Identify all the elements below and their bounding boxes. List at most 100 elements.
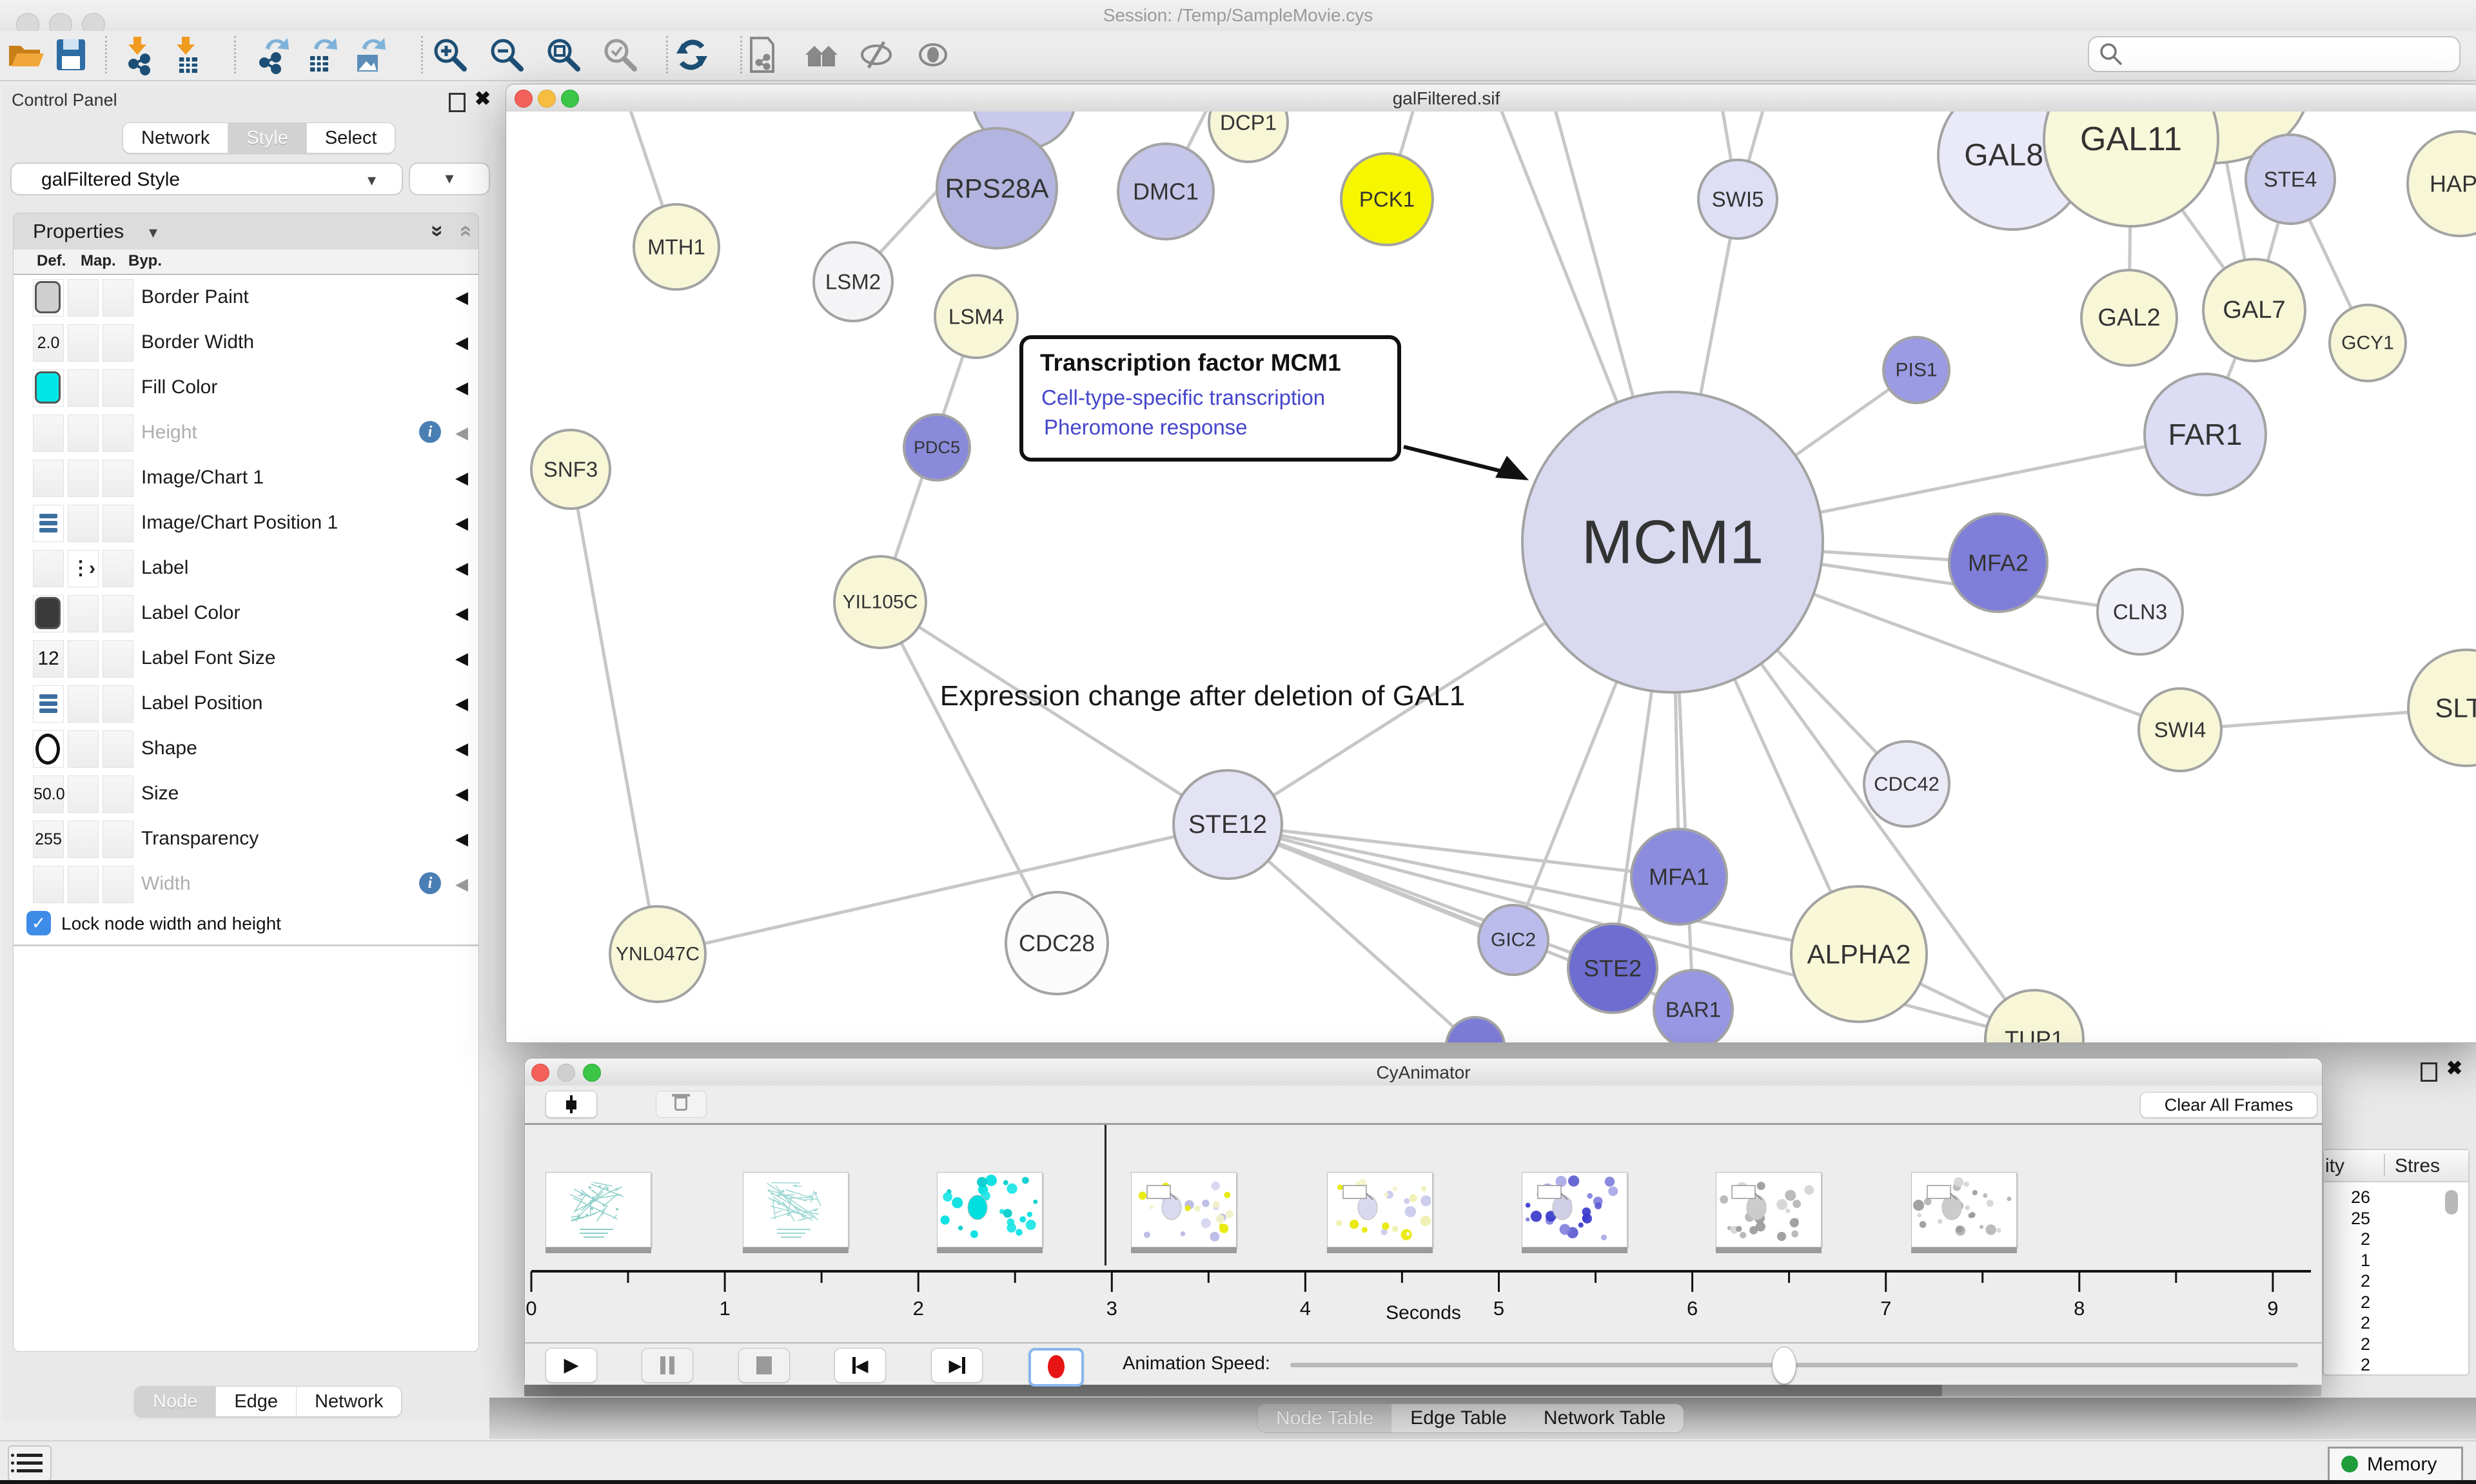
- table-cell[interactable]: 2: [2329, 1271, 2370, 1291]
- expand-arrow-icon[interactable]: ◀: [455, 468, 468, 488]
- table-cell[interactable]: 2: [2329, 1293, 2370, 1313]
- frame-thumbnail-1[interactable]: [743, 1172, 849, 1247]
- annotation-box[interactable]: Transcription factor MCM1 Cell-type-spec…: [1019, 335, 1401, 462]
- property-row-fill-color[interactable]: Fill Color◀: [14, 365, 478, 411]
- table-tab-node-table[interactable]: Node Table: [1258, 1404, 1392, 1432]
- expand-arrow-icon[interactable]: ◀: [455, 694, 468, 714]
- hide-graphics-icon[interactable]: [856, 34, 897, 75]
- expand-arrow-icon[interactable]: ◀: [455, 378, 468, 398]
- panel-tab-network[interactable]: Network: [297, 1387, 401, 1416]
- frame-thumbnail-5[interactable]: [1522, 1172, 1627, 1247]
- lock-dimensions-checkbox[interactable]: ✓: [26, 911, 51, 935]
- clear-all-frames-button[interactable]: Clear All Frames: [2140, 1092, 2317, 1118]
- info-icon[interactable]: i: [419, 421, 441, 443]
- record-button[interactable]: [1028, 1348, 1084, 1387]
- expand-arrow-icon[interactable]: ◀: [455, 874, 468, 894]
- info-icon[interactable]: i: [419, 872, 441, 894]
- open-session-icon[interactable]: [5, 34, 46, 75]
- export-image-icon[interactable]: [347, 34, 388, 75]
- property-row-label-font-size[interactable]: 12Label Font Size◀: [14, 636, 478, 682]
- table-tab-network-table[interactable]: Network Table: [1526, 1404, 1684, 1432]
- frame-thumbnail-0[interactable]: [545, 1172, 651, 1247]
- property-row-border-width[interactable]: 2.0Border Width◀: [14, 320, 478, 366]
- color-swatch[interactable]: [35, 371, 61, 404]
- stop-button[interactable]: [738, 1348, 790, 1383]
- expand-arrow-icon[interactable]: ◀: [455, 333, 468, 353]
- property-row-border-paint[interactable]: Border Paint◀: [14, 275, 478, 321]
- property-row-label-color[interactable]: Label Color◀: [14, 591, 478, 637]
- annotation-link-2[interactable]: Pheromone response: [1044, 415, 1248, 440]
- property-row-size[interactable]: 50.0Size◀: [14, 771, 478, 817]
- zoom-out-icon[interactable]: [486, 34, 527, 75]
- table-cell[interactable]: 25: [2329, 1209, 2370, 1229]
- memory-button[interactable]: Memory: [2328, 1447, 2463, 1483]
- delete-frame-button[interactable]: [656, 1091, 707, 1118]
- import-network-icon[interactable]: [118, 34, 159, 75]
- tab-network[interactable]: Network: [123, 123, 228, 153]
- step-forward-button[interactable]: ▶: [931, 1348, 983, 1383]
- property-row-label[interactable]: ⋮›Label◀: [14, 545, 478, 592]
- expand-arrow-icon[interactable]: ◀: [455, 423, 468, 443]
- pause-button[interactable]: [642, 1348, 693, 1383]
- style-options-button[interactable]: ▾: [409, 162, 490, 195]
- expand-arrow-icon[interactable]: ◀: [455, 784, 468, 804]
- panel-tab-node[interactable]: Node: [135, 1387, 216, 1416]
- color-swatch[interactable]: [35, 281, 61, 313]
- property-row-image-chart-1[interactable]: Image/Chart 1◀: [14, 455, 478, 502]
- scrollbar-thumb[interactable]: [524, 1385, 1942, 1396]
- table-cell[interactable]: 2: [2329, 1313, 2370, 1333]
- annotation-link-1[interactable]: Cell-type-specific transcription: [1041, 386, 1325, 410]
- zoom-selected-icon[interactable]: [600, 34, 641, 75]
- expand-arrow-icon[interactable]: ◀: [455, 829, 468, 849]
- show-graphics-icon[interactable]: [912, 34, 954, 75]
- zoom-fit-icon[interactable]: [543, 34, 584, 75]
- node-purplecut[interactable]: [1446, 1017, 1504, 1042]
- color-swatch[interactable]: [35, 597, 61, 629]
- add-frame-button[interactable]: [545, 1091, 597, 1118]
- network-canvas[interactable]: DCP1RPS28ADMC1PCK1SWI5GAL80GAL11STE4HAP2…: [506, 112, 2476, 1042]
- slider-thumb[interactable]: [1772, 1347, 1796, 1384]
- frame-thumbnail-7[interactable]: [1911, 1172, 2017, 1247]
- table-tab-edge-table[interactable]: Edge Table: [1392, 1404, 1526, 1432]
- table-cell[interactable]: 2: [2329, 1355, 2370, 1375]
- collapse-all-icon[interactable]: »: [452, 225, 477, 237]
- frame-thumbnail-6[interactable]: [1716, 1172, 1822, 1247]
- expand-arrow-icon[interactable]: ◀: [455, 603, 468, 623]
- show-panels-button[interactable]: [8, 1445, 52, 1481]
- float-panel-icon[interactable]: [449, 93, 466, 112]
- frame-thumbnail-3[interactable]: [1131, 1172, 1237, 1247]
- property-row-shape[interactable]: Shape◀: [14, 726, 478, 772]
- properties-header[interactable]: Properties ▾ » »: [14, 213, 478, 249]
- step-backward-button[interactable]: ◀: [834, 1348, 886, 1383]
- tab-style[interactable]: Style: [228, 123, 306, 153]
- home-view-icon[interactable]: [800, 34, 841, 75]
- property-row-label-position[interactable]: Label Position◀: [14, 681, 478, 727]
- expand-arrow-icon[interactable]: ◀: [455, 558, 468, 578]
- network-window-titlebar[interactable]: galFiltered.sif: [506, 84, 2476, 112]
- table-cell[interactable]: 2: [2329, 1334, 2370, 1354]
- close-table-panel-icon[interactable]: ✖: [2446, 1057, 2462, 1080]
- export-table-icon[interactable]: [299, 34, 340, 75]
- table-cell[interactable]: 26: [2329, 1187, 2370, 1207]
- frame-thumbnail-2[interactable]: [937, 1172, 1043, 1247]
- table-vertical-scrollbar[interactable]: [2445, 1190, 2458, 1215]
- column-divider[interactable]: [2384, 1154, 2385, 1176]
- expand-arrow-icon[interactable]: ◀: [455, 649, 468, 669]
- style-selector-dropdown[interactable]: galFiltered Style ▾: [10, 162, 403, 195]
- export-network-icon[interactable]: [250, 34, 291, 75]
- property-row-width[interactable]: Widthi◀: [14, 861, 478, 908]
- table-horizontal-scrollbar[interactable]: [524, 1385, 2321, 1396]
- expand-arrow-icon[interactable]: ◀: [455, 739, 468, 759]
- play-button[interactable]: ▶: [545, 1348, 597, 1383]
- expand-all-icon[interactable]: »: [425, 225, 450, 237]
- property-row-image-chart-position-1[interactable]: Image/Chart Position 1◀: [14, 500, 478, 547]
- node-table-header[interactable]: ity Stres: [2324, 1150, 2468, 1182]
- property-row-height[interactable]: Heighti◀: [14, 410, 478, 456]
- frame-thumbnail-4[interactable]: [1327, 1172, 1433, 1247]
- save-session-icon[interactable]: [50, 34, 92, 75]
- panel-tab-edge[interactable]: Edge: [216, 1387, 297, 1416]
- float-table-panel-icon[interactable]: [2421, 1062, 2437, 1082]
- playhead[interactable]: [1105, 1125, 1106, 1265]
- search-input[interactable]: [2088, 36, 2461, 72]
- import-table-icon[interactable]: [166, 34, 208, 75]
